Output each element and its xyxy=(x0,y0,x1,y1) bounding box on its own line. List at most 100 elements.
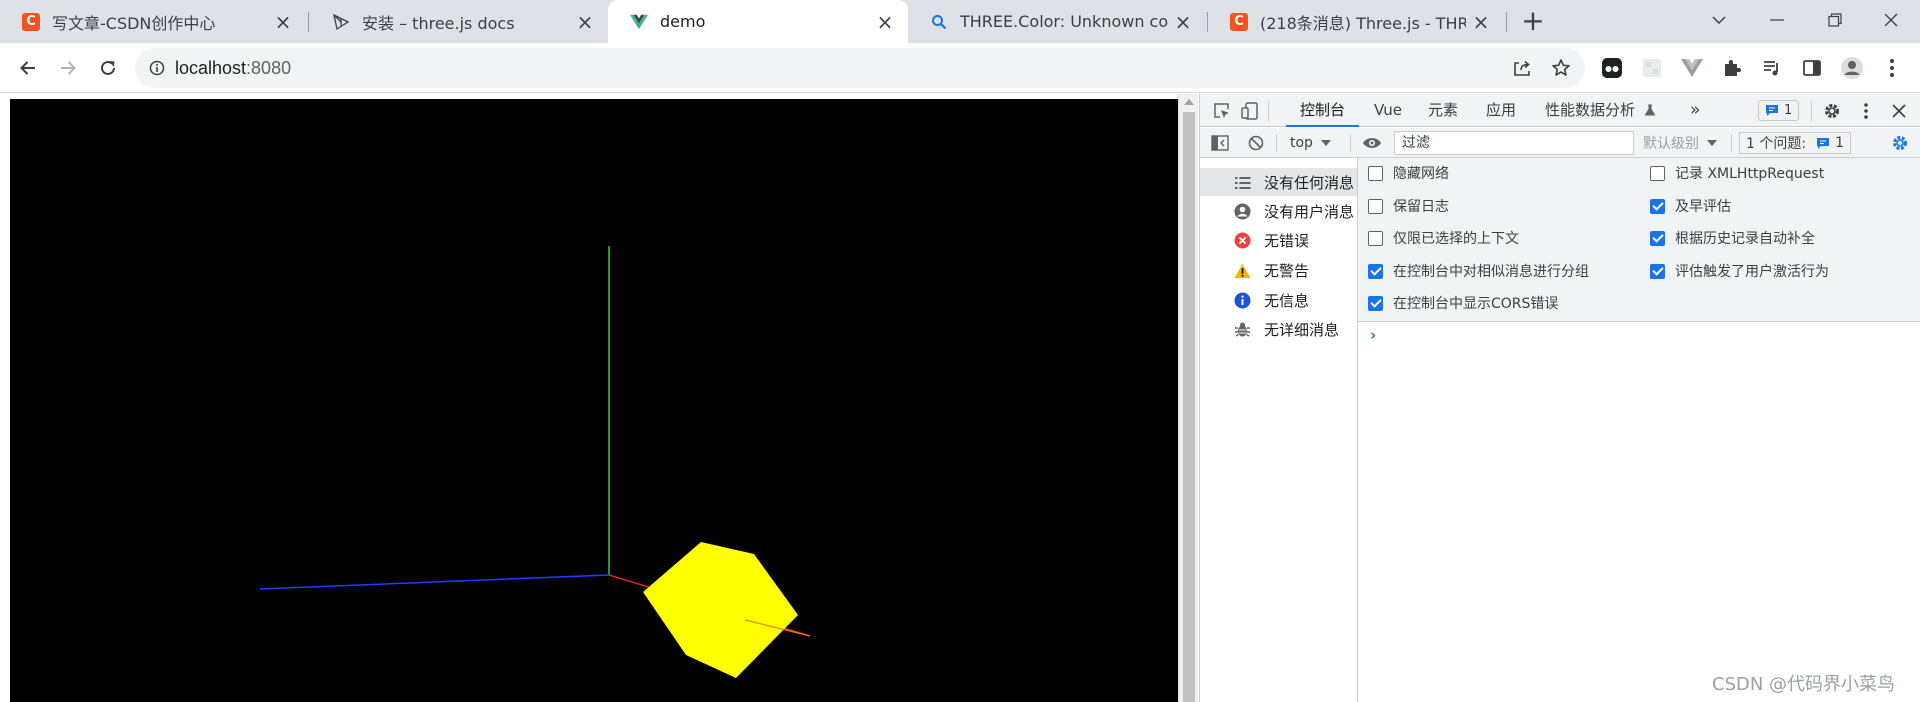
clear-console-button[interactable] xyxy=(1244,131,1268,155)
page-scrollbar[interactable] xyxy=(1178,94,1198,702)
console-settings-pane: 隐藏网络 保留日志 仅限已选择的上下文 在控制台中对相似消息进行分组 在控制台中… xyxy=(1358,158,1920,322)
divider xyxy=(1276,134,1277,152)
checkbox[interactable] xyxy=(1368,230,1383,246)
checkbox[interactable] xyxy=(1368,295,1383,311)
back-button[interactable] xyxy=(12,52,44,84)
extension-puzzle-gray[interactable] xyxy=(1640,56,1664,80)
checkbox[interactable] xyxy=(1368,198,1383,214)
tab-search-button[interactable] xyxy=(1690,0,1748,40)
option-label: 隐藏网络 xyxy=(1393,166,1449,182)
caret-down-icon xyxy=(1707,140,1717,146)
checkbox[interactable] xyxy=(1368,263,1383,279)
browser-menu-button[interactable] xyxy=(1880,56,1904,80)
context-selector[interactable]: top xyxy=(1290,132,1331,154)
more-vert-icon xyxy=(1864,103,1868,119)
sidebar-item-info[interactable]: 无信息 xyxy=(1200,286,1357,314)
sidebar-item-user-messages[interactable]: 没有用户消息 xyxy=(1200,197,1357,225)
close-icon[interactable]: × xyxy=(1174,12,1192,32)
tab-application[interactable]: 应用 xyxy=(1486,94,1516,127)
info-icon xyxy=(149,60,165,76)
checkbox[interactable] xyxy=(1650,198,1665,214)
console-prompt[interactable]: › xyxy=(1370,326,1376,344)
extension-dark-reader[interactable] xyxy=(1600,56,1624,80)
info-icon xyxy=(1234,292,1251,309)
tab-title: THREE.Color: Unknown color 0 xyxy=(960,12,1168,31)
group-similar-option[interactable]: 在控制台中对相似消息进行分组 xyxy=(1368,261,1589,281)
tab-csdn-editor[interactable]: C 写文章-CSDN创作中心 × xyxy=(0,0,306,43)
selected-context-only-option[interactable]: 仅限已选择的上下文 xyxy=(1368,228,1519,248)
log-xhr-option[interactable]: 记录 XMLHttpRequest xyxy=(1650,163,1824,183)
log-level-selector[interactable]: 默认级别 xyxy=(1643,132,1717,154)
tab-title: (218条消息) Three.js - THREE.C xyxy=(1260,13,1466,33)
checkbox[interactable] xyxy=(1650,263,1665,279)
extension-icon xyxy=(1643,59,1661,77)
show-cors-errors-option[interactable]: 在控制台中显示CORS错误 xyxy=(1368,293,1558,313)
tab-three-color-search[interactable]: THREE.Color: Unknown color 0 × xyxy=(908,0,1206,43)
issues-count-button[interactable]: 1 个问题: 1 xyxy=(1739,132,1851,154)
gear-icon xyxy=(1893,136,1907,150)
side-panel-button[interactable] xyxy=(1800,56,1824,80)
checkbox[interactable] xyxy=(1650,165,1665,181)
inspect-element-button[interactable] xyxy=(1210,99,1234,123)
share-button[interactable] xyxy=(1509,55,1535,81)
console-settings-button[interactable] xyxy=(1888,131,1912,155)
reload-button[interactable] xyxy=(92,52,124,84)
checkbox[interactable] xyxy=(1368,165,1383,181)
new-tab-button[interactable]: + xyxy=(1518,7,1548,37)
scrollbar-thumb[interactable] xyxy=(1183,112,1195,702)
extensions-button[interactable] xyxy=(1720,56,1744,80)
tab-performance-insights[interactable]: 性能数据分析 xyxy=(1545,94,1656,127)
tab-title: 写文章-CSDN创作中心 xyxy=(52,13,216,33)
sidebar-item-warnings[interactable]: 无警告 xyxy=(1200,256,1357,284)
scroll-up-icon[interactable] xyxy=(1184,99,1194,105)
minimize-button[interactable] xyxy=(1748,0,1806,40)
checkbox[interactable] xyxy=(1650,230,1665,246)
tab-vue[interactable]: Vue xyxy=(1374,94,1402,127)
eager-evaluation-option[interactable]: 及早评估 xyxy=(1650,196,1731,216)
side-panel-icon xyxy=(1803,60,1821,76)
hide-network-option[interactable]: 隐藏网络 xyxy=(1368,163,1449,183)
sidebar-item-errors[interactable]: 无错误 xyxy=(1200,226,1357,254)
devtools-menu-button[interactable] xyxy=(1854,99,1878,123)
console-filter-bar: top 默认级别 1 个问题: 1 xyxy=(1200,128,1920,158)
close-icon[interactable]: × xyxy=(576,12,594,32)
issues-badge-button[interactable]: 1 xyxy=(1758,100,1800,121)
bookmark-button[interactable] xyxy=(1548,55,1574,81)
user-activation-eval-option[interactable]: 评估触发了用户激活行为 xyxy=(1650,261,1829,281)
tab-demo[interactable]: demo × xyxy=(608,0,908,43)
close-window-button[interactable] xyxy=(1862,0,1920,40)
close-icon xyxy=(1892,104,1906,118)
settings-button[interactable] xyxy=(1820,99,1844,123)
close-icon[interactable]: × xyxy=(1472,12,1490,32)
error-icon xyxy=(1234,232,1251,249)
close-devtools-button[interactable] xyxy=(1887,99,1911,123)
filter-input[interactable] xyxy=(1394,131,1634,155)
close-icon[interactable]: × xyxy=(876,12,894,32)
preserve-log-option[interactable]: 保留日志 xyxy=(1368,196,1449,216)
tab-console[interactable]: 控制台 xyxy=(1285,94,1360,127)
profile-button[interactable] xyxy=(1840,56,1864,80)
forward-button[interactable] xyxy=(52,52,84,84)
threejs-canvas[interactable] xyxy=(10,99,1178,702)
address-bar[interactable]: localhost:8080 xyxy=(135,48,1585,88)
extension-vue-devtools[interactable] xyxy=(1680,56,1704,80)
option-label: 及早评估 xyxy=(1675,199,1731,215)
z-axis-line xyxy=(259,574,610,590)
device-icon xyxy=(1241,102,1258,120)
restore-button[interactable] xyxy=(1806,0,1864,40)
more-tabs-button[interactable]: » xyxy=(1690,94,1700,127)
tab-elements[interactable]: 元素 xyxy=(1428,94,1458,127)
autocomplete-history-option[interactable]: 根据历史记录自动补全 xyxy=(1650,228,1815,248)
bug-icon xyxy=(1234,321,1251,338)
device-toolbar-button[interactable] xyxy=(1238,99,1262,123)
tab-csdn-threejs[interactable]: C (218条消息) Three.js - THREE.C × xyxy=(1208,0,1504,43)
option-label: 评估触发了用户激活行为 xyxy=(1675,264,1829,280)
show-sidebar-button[interactable] xyxy=(1208,131,1232,155)
live-expression-button[interactable] xyxy=(1360,131,1384,155)
sidebar-item-verbose[interactable]: 无详细消息 xyxy=(1200,315,1357,343)
close-icon[interactable]: × xyxy=(274,12,292,32)
tab-divider xyxy=(308,12,309,32)
media-control-button[interactable] xyxy=(1760,56,1784,80)
sidebar-item-all-messages[interactable]: 没有任何消息 xyxy=(1200,168,1357,196)
tab-threejs-docs[interactable]: 安装 – three.js docs × xyxy=(310,0,608,43)
